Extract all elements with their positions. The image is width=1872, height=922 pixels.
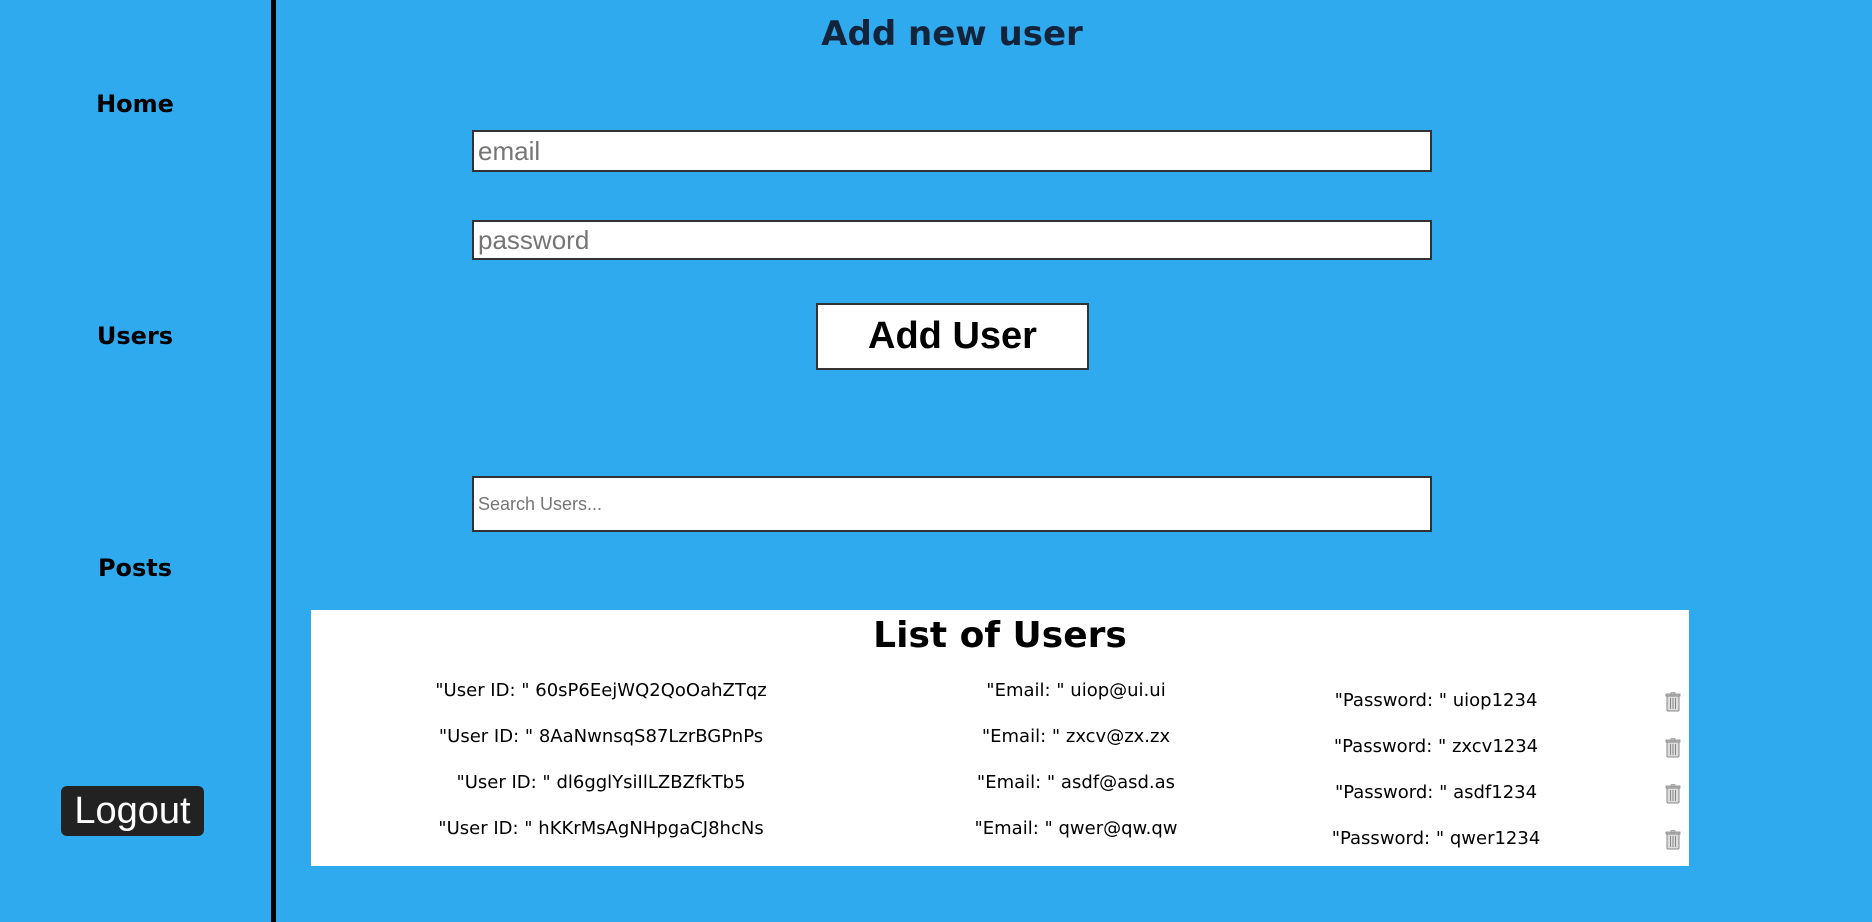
trash-icon[interactable]: [1665, 738, 1681, 758]
sidebar-item-posts[interactable]: Posts: [0, 554, 270, 582]
email-field[interactable]: [472, 130, 1432, 172]
users-list-panel: List of Users "User ID: " 60sP6EejWQ2QoO…: [311, 610, 1689, 866]
user-password: "Password: " asdf1234: [1334, 782, 1538, 803]
user-id: "User ID: " hKKrMsAgNHpgaCJ8hcNs: [438, 818, 764, 839]
add-user-button[interactable]: Add User: [816, 303, 1089, 370]
user-password: "Password: " qwer1234: [1331, 828, 1541, 849]
sidebar: Home Users Posts Logout: [0, 0, 276, 922]
user-email: "Email: " uiop@ui.ui: [986, 680, 1166, 701]
user-row: "User ID: " 60sP6EejWQ2QoOahZTqz "Email:…: [311, 680, 1689, 720]
user-email: "Email: " qwer@qw.qw: [974, 818, 1178, 839]
user-password: "Password: " zxcv1234: [1333, 736, 1539, 757]
user-row: "User ID: " dl6gglYsiIlLZBZfkTb5 "Email:…: [311, 772, 1689, 812]
user-id: "User ID: " dl6gglYsiIlLZBZfkTb5: [456, 772, 746, 793]
user-row: "User ID: " hKKrMsAgNHpgaCJ8hcNs "Email:…: [311, 818, 1689, 858]
user-id: "User ID: " 8AaNwnsqS87LzrBGPnPs: [438, 726, 764, 747]
trash-icon[interactable]: [1665, 830, 1681, 850]
user-email: "Email: " zxcv@zx.zx: [981, 726, 1171, 747]
search-input[interactable]: [472, 476, 1432, 532]
user-row: "User ID: " 8AaNwnsqS87LzrBGPnPs "Email:…: [311, 726, 1689, 766]
users-list-title: List of Users: [873, 615, 1127, 656]
trash-icon[interactable]: [1665, 784, 1681, 804]
user-password: "Password: " uiop1234: [1334, 690, 1538, 711]
password-field[interactable]: [472, 220, 1432, 260]
user-id: "User ID: " 60sP6EejWQ2QoOahZTqz: [435, 680, 767, 701]
sidebar-item-home[interactable]: Home: [0, 90, 270, 118]
sidebar-item-users[interactable]: Users: [0, 322, 270, 350]
page-title: Add new user: [821, 14, 1083, 54]
logout-button[interactable]: Logout: [61, 786, 204, 836]
user-email: "Email: " asdf@asd.as: [976, 772, 1176, 793]
trash-icon[interactable]: [1665, 692, 1681, 712]
